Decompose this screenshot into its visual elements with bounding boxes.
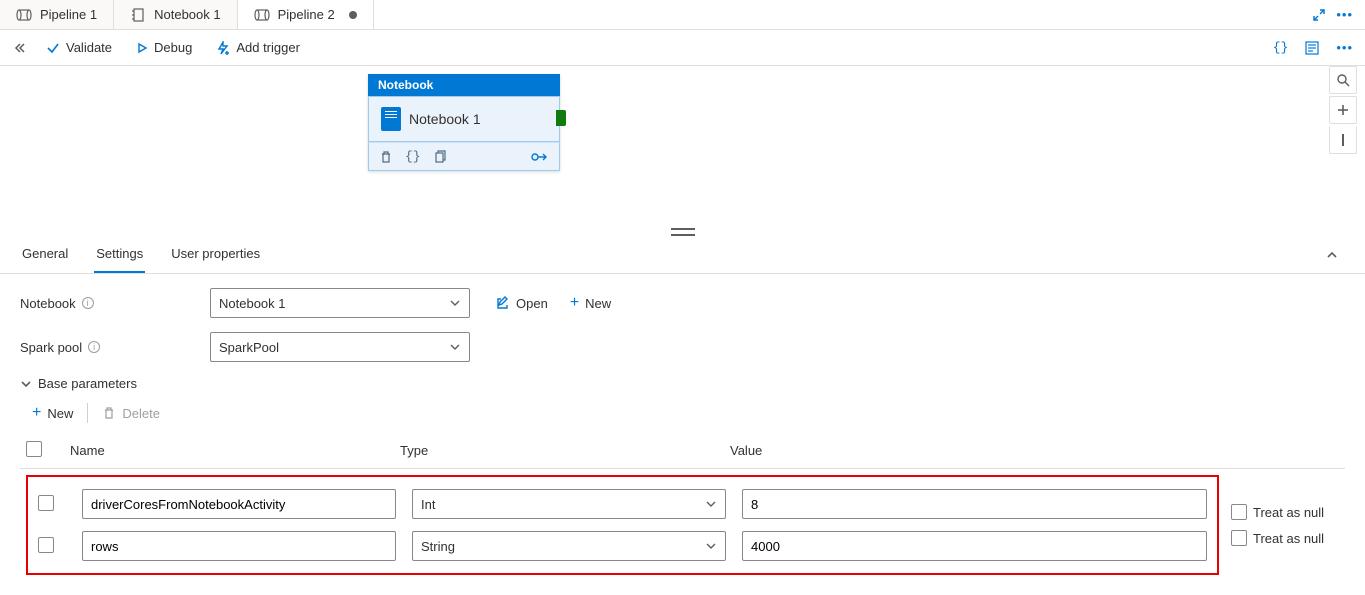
add-trigger-button[interactable]: Add trigger [212,36,304,59]
tab-pipeline-2[interactable]: Pipeline 2 [238,0,374,29]
tab-label: Pipeline 2 [278,7,335,22]
chevron-down-icon [449,341,461,353]
expand-icon[interactable] [1312,8,1326,22]
new-label: New [585,296,611,311]
pipeline-icon [16,7,32,23]
pipeline-icon [254,7,270,23]
notebook-label: Notebook [20,296,76,311]
more-icon[interactable]: ••• [1336,40,1353,55]
search-canvas-button[interactable] [1329,66,1357,94]
treat-as-null-checkbox[interactable] [1231,530,1247,546]
chevron-down-icon [20,378,32,390]
select-all-checkbox[interactable] [26,441,42,457]
notebook-select-value: Notebook 1 [219,296,286,311]
notebook-activity-node[interactable]: Notebook Notebook 1 {} [368,74,560,171]
tab-label: Pipeline 1 [40,7,97,22]
properties-icon[interactable] [1304,40,1320,56]
tab-notebook-1[interactable]: Notebook 1 [114,0,238,29]
new-param-label: New [47,406,73,421]
spark-pool-label: Spark pool [20,340,82,355]
plus-icon: + [570,295,579,311]
spark-pool-select[interactable]: SparkPool [210,332,470,362]
param-type-select[interactable]: Int [412,489,726,519]
splitter-handle[interactable] [0,226,1365,236]
activity-details-tabs: General Settings User properties [0,236,1365,274]
row-checkbox[interactable] [38,537,54,553]
chevron-down-icon [449,297,461,309]
param-type-select[interactable]: String [412,531,726,561]
param-name-input[interactable] [82,489,396,519]
debug-button[interactable]: Debug [132,36,196,59]
activity-footer: {} [368,142,560,171]
add-canvas-button[interactable] [1329,96,1357,124]
success-connector[interactable] [556,110,566,126]
delete-icon[interactable] [379,150,393,164]
canvas-float-tools [1329,66,1357,154]
notebook-select[interactable]: Notebook 1 [210,288,470,318]
param-name-input[interactable] [82,531,396,561]
pipeline-canvas[interactable]: Notebook Notebook 1 {} [0,66,1365,226]
chevron-down-icon [705,540,717,552]
delete-parameter-button[interactable]: Delete [96,402,166,425]
open-label: Open [516,296,548,311]
pipeline-toolbar: Validate Debug Add trigger {} ••• [0,30,1365,66]
param-value-input[interactable] [742,489,1207,519]
editor-tabs: Pipeline 1 Notebook 1 Pipeline 2 ••• [0,0,1365,30]
delete-param-label: Delete [122,406,160,421]
spark-pool-row: Spark pool i SparkPool [20,332,1345,362]
zoom-canvas-button[interactable] [1329,126,1357,154]
chevron-down-icon [705,498,717,510]
validate-label: Validate [66,40,112,55]
info-icon[interactable]: i [88,341,100,353]
treat-as-null-label: Treat as null [1253,505,1324,520]
treat-as-null-checkbox[interactable] [1231,504,1247,520]
code-icon[interactable]: {} [1273,40,1289,55]
tab-label: Notebook 1 [154,7,221,22]
table-row: Int St [20,469,1345,582]
tab-settings[interactable]: Settings [94,236,145,273]
tab-general[interactable]: General [20,236,70,273]
panel-expand-icon[interactable] [12,41,26,55]
parameters-toolbar: + New Delete [26,401,1345,425]
base-parameters-header[interactable]: Base parameters [20,376,1345,391]
spark-pool-select-value: SparkPool [219,340,279,355]
settings-form: Notebook i Notebook 1 Open + New Spark p… [0,274,1365,595]
unsaved-indicator-icon [349,11,357,19]
notebook-row: Notebook i Notebook 1 Open + New [20,288,1345,318]
row-checkbox[interactable] [38,495,54,511]
col-name-header: Name [64,433,394,469]
activity-type-label: Notebook [368,74,560,96]
param-type-value: String [421,539,455,554]
collapse-icon[interactable] [1325,248,1345,262]
new-notebook-button[interactable]: + New [564,291,617,315]
notebook-icon [381,107,401,131]
activity-body: Notebook 1 [368,96,560,142]
code-icon[interactable]: {} [405,149,421,164]
param-value-input[interactable] [742,531,1207,561]
col-type-header: Type [394,433,724,469]
tab-user-properties[interactable]: User properties [169,236,262,273]
copy-icon[interactable] [433,150,447,164]
output-icon[interactable] [531,150,549,164]
new-parameter-button[interactable]: + New [26,401,79,425]
parameters-table: Name Type Value [20,433,1345,581]
plus-icon: + [32,405,41,421]
open-notebook-button[interactable]: Open [490,292,554,315]
more-icon[interactable]: ••• [1336,7,1353,22]
base-parameters-label: Base parameters [38,376,137,391]
treat-as-null-label: Treat as null [1253,531,1324,546]
tab-pipeline-1[interactable]: Pipeline 1 [0,0,114,29]
validate-button[interactable]: Validate [42,36,116,59]
notebook-icon [130,7,146,23]
activity-name: Notebook 1 [409,111,481,127]
add-trigger-label: Add trigger [236,40,300,55]
col-value-header: Value [724,433,1225,469]
info-icon[interactable]: i [82,297,94,309]
debug-label: Debug [154,40,192,55]
param-type-value: Int [421,497,435,512]
